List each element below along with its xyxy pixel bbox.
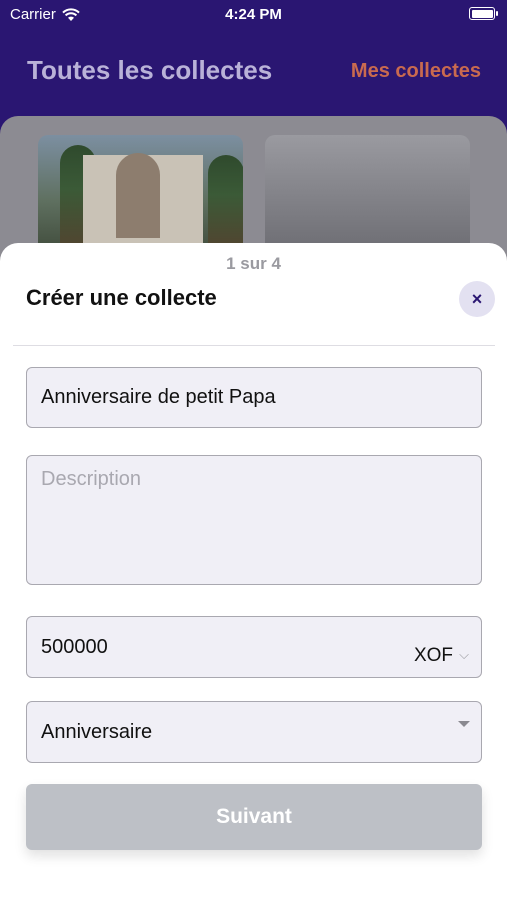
collection-name-value: Anniversaire de petit Papa <box>41 386 276 408</box>
page-title: Toutes les collectes <box>27 55 273 85</box>
chevron-down-icon[interactable]: ⌵ <box>459 647 469 663</box>
next-button-label: Suivant <box>216 805 292 828</box>
amount-value: 500000 <box>41 636 108 658</box>
close-button[interactable]: × <box>459 281 495 317</box>
close-icon: × <box>471 288 483 309</box>
collection-thumbnail[interactable] <box>38 135 243 255</box>
description-textarea[interactable]: Description <box>26 455 482 585</box>
create-collection-sheet: 1 sur 4 Créer une collecte × Anniversair… <box>0 243 507 900</box>
collection-type-select[interactable]: Anniversaire <box>26 701 482 763</box>
status-time: 4:24 PM <box>225 6 282 23</box>
description-placeholder: Description <box>41 468 142 490</box>
battery-icon <box>469 7 498 20</box>
my-collections-link[interactable]: Mes collectes <box>351 60 481 83</box>
status-bar: Carrier 4:24 PM <box>0 0 507 28</box>
amount-input[interactable]: 500000 XOF ⌵ <box>26 616 482 678</box>
divider <box>13 345 495 346</box>
step-indicator: 1 sur 4 <box>226 254 281 273</box>
dropdown-caret-icon <box>458 721 470 727</box>
next-button[interactable]: Suivant <box>26 784 482 850</box>
collection-name-input[interactable]: Anniversaire de petit Papa <box>26 367 482 428</box>
collection-type-value: Anniversaire <box>41 721 153 743</box>
sheet-title: Créer une collecte <box>26 285 217 310</box>
building-arch <box>116 153 160 238</box>
currency-selector[interactable]: XOF <box>414 645 453 667</box>
palm-tree-decoration <box>208 155 243 255</box>
collection-thumbnail[interactable] <box>265 135 470 255</box>
